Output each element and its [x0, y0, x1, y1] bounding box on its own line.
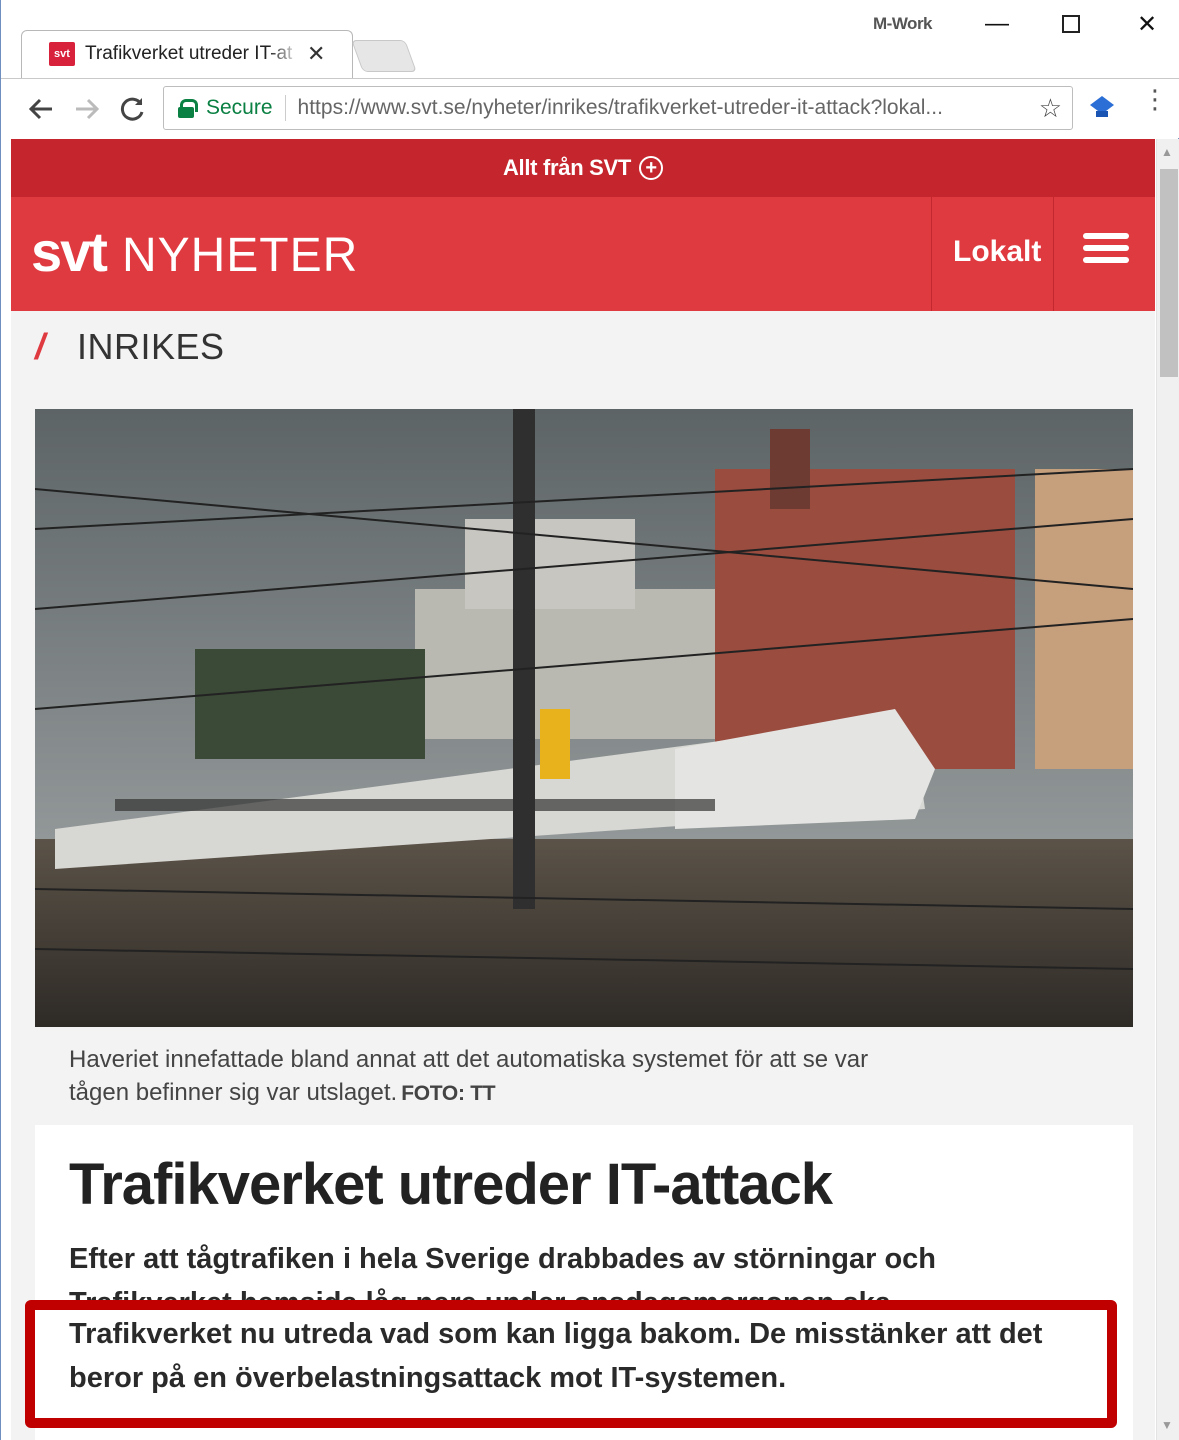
tab-content[interactable]: svt Trafikverket utreder IT-at ✕ — [49, 42, 325, 66]
plus-circle-icon: + — [639, 156, 664, 180]
new-tab-button[interactable] — [351, 40, 417, 72]
photo-caption: Haveriet innefattade bland annat att det… — [35, 1027, 1133, 1125]
site-header: svt NYHETER Lokalt — [11, 197, 1155, 311]
section-slash-icon: / — [35, 326, 46, 367]
article-photo[interactable] — [35, 409, 1133, 1027]
tab-title: Trafikverket utreder IT-at — [85, 43, 293, 64]
allt-fran-svt-bar[interactable]: Allt från SVT + — [11, 139, 1155, 197]
menu-dots-icon[interactable]: ⋮ — [1141, 86, 1169, 112]
profile-name[interactable]: M-Work — [873, 14, 933, 34]
url-text[interactable]: https://www.svt.se/nyheter/inrikes/trafi… — [298, 96, 1020, 120]
extension-icon[interactable] — [1087, 93, 1117, 123]
scroll-down-icon[interactable]: ▼ — [1161, 1418, 1173, 1432]
lead-line-1: Efter att tågtrafiken i hela Sverige dra… — [69, 1243, 937, 1275]
svt-favicon-icon: svt — [49, 42, 75, 66]
minimize-icon[interactable]: — — [967, 6, 1027, 42]
page-viewport: Allt från SVT + svt NYHETER Lokalt / INR… — [11, 139, 1155, 1440]
forward-arrow-icon[interactable] — [67, 89, 107, 129]
section-bar: / INRIKES — [11, 311, 1155, 383]
maximize-icon[interactable] — [1041, 6, 1101, 42]
browser-window: svt Trafikverket utreder IT-at ✕ M-Work … — [0, 0, 1179, 1440]
close-icon[interactable]: ✕ — [1117, 6, 1177, 42]
red-highlight-annotation — [25, 1300, 1117, 1428]
lock-icon — [178, 99, 198, 118]
scroll-up-icon[interactable]: ▲ — [1161, 145, 1173, 159]
svt-nyheter-logo[interactable]: svt NYHETER — [31, 219, 358, 284]
article: Haveriet innefattade bland annat att det… — [35, 409, 1133, 1440]
vertical-scrollbar[interactable]: ▲ ▼ — [1156, 139, 1179, 1440]
topbar-label: Allt från SVT — [502, 155, 632, 180]
scroll-thumb[interactable] — [1160, 169, 1178, 377]
tab-close-icon[interactable]: ✕ — [307, 43, 325, 65]
logo-nyheter: NYHETER — [121, 229, 359, 282]
reload-icon[interactable] — [113, 89, 153, 129]
address-bar[interactable]: Secure https://www.svt.se/nyheter/inrike… — [163, 86, 1073, 130]
lokalt-button[interactable]: Lokalt — [953, 235, 1041, 269]
caption-credit: FOTO: TT — [401, 1082, 496, 1105]
logo-svt: svt — [31, 220, 108, 283]
back-arrow-icon[interactable] — [21, 89, 61, 129]
hamburger-menu-icon[interactable] — [1083, 233, 1129, 269]
article-headline: Trafikverket utreder IT-attack — [69, 1152, 833, 1217]
star-icon[interactable]: ☆ — [1039, 93, 1062, 124]
secure-label: Secure — [206, 96, 273, 119]
browser-toolbar: Secure https://www.svt.se/nyheter/inrike… — [1, 78, 1179, 138]
title-bar: svt Trafikverket utreder IT-at ✕ M-Work … — [1, 0, 1179, 78]
section-name[interactable]: INRIKES — [77, 326, 225, 368]
